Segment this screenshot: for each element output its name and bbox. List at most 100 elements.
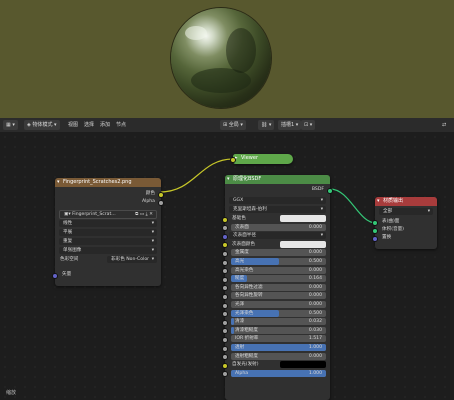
bsdf-input-value: 0.030 xyxy=(308,327,322,333)
socket-input-4[interactable] xyxy=(222,250,228,257)
socket-input-14[interactable] xyxy=(222,336,228,343)
socket-input-8[interactable] xyxy=(222,285,228,292)
socket-bsdf-out[interactable] xyxy=(327,187,333,194)
socket-viewer-in[interactable] xyxy=(230,157,236,163)
extension-select[interactable]: 重复 ▾ xyxy=(59,238,157,245)
image-node-header[interactable]: ▾ Fingerprint_Scratches2.png xyxy=(55,178,161,187)
socket-input-11[interactable] xyxy=(222,311,228,318)
output-color: 颜色 xyxy=(145,191,155,196)
bsdf-value-slider[interactable]: 清漆 0.032 xyxy=(231,318,326,326)
transform-orientation[interactable]: ⊞ 全局 ▾ xyxy=(220,120,246,130)
collapse-chevron-icon[interactable]: ▾ xyxy=(57,178,60,187)
dropdown-arrow-icon: ▾ xyxy=(427,209,430,214)
socket-displacement-in[interactable] xyxy=(372,235,378,242)
socket-input-1[interactable] xyxy=(222,225,228,232)
socket-input-15[interactable] xyxy=(222,345,228,352)
socket-input-7[interactable] xyxy=(222,276,228,283)
distribution-select[interactable]: GGX ▾ xyxy=(229,197,326,204)
bsdf-input-value: 0.000 xyxy=(308,302,322,307)
link-bsdf-to-output xyxy=(329,188,377,224)
socket-input-6[interactable] xyxy=(222,268,228,275)
source-select[interactable]: 单张图像 ▾ xyxy=(59,247,157,254)
bsdf-node-header[interactable]: ▾ 原理化BSDF xyxy=(225,175,330,184)
bsdf-value-slider[interactable]: 金属度 0.000 xyxy=(231,249,326,257)
interpolation-select[interactable]: 线性 ▾ xyxy=(59,220,157,227)
bsdf-value-slider[interactable]: 光泽 0.000 xyxy=(231,301,326,308)
bsdf-input-label: 透射粗糙度 xyxy=(235,353,258,359)
material-browse-icon[interactable]: ⊡ ▾ xyxy=(301,120,316,130)
bsdf-input-value: 0.000 xyxy=(308,250,322,256)
dropdown-arrow-icon: ▾ xyxy=(151,239,154,244)
input-vector: 矢量 xyxy=(62,272,72,277)
editor-type-button[interactable]: ▦ ▾ xyxy=(3,120,18,130)
bsdf-input-value: 0.500 xyxy=(308,310,322,316)
color-swatch[interactable] xyxy=(280,240,326,248)
output-node-header[interactable]: ▾ 材质输出 xyxy=(375,197,437,206)
viewer-node[interactable]: ▸ Viewer xyxy=(230,154,293,164)
bsdf-value-slider[interactable]: 各向异性过滤 0.000 xyxy=(231,283,326,291)
menu-add[interactable]: 添加 xyxy=(100,120,110,130)
socket-input-10[interactable] xyxy=(222,302,228,309)
link-image-to-viewer xyxy=(159,158,234,193)
color-swatch[interactable] xyxy=(280,361,326,369)
collapse-chevron-icon[interactable]: ▾ xyxy=(377,197,380,206)
node-editor-canvas[interactable]: ▾ Fingerprint_Scratches2.png 颜色 Alpha ▣▾… xyxy=(0,132,454,400)
socket-input-2[interactable] xyxy=(222,233,228,240)
socket-input-13[interactable] xyxy=(222,328,228,335)
bsdf-value-slider[interactable]: 透射粗糙度 0.000 xyxy=(231,352,326,360)
bsdf-value-slider[interactable]: 高光 0.500 xyxy=(231,258,326,265)
bsdf-value-slider[interactable]: 清漆粗糙度 0.030 xyxy=(231,326,326,334)
bsdf-input-value: 1.000 xyxy=(308,345,322,350)
dropdown-arrow-icon: ▾ xyxy=(151,221,154,226)
bsdf-value-slider[interactable]: 糙度 0.164 xyxy=(231,275,326,283)
mode-select[interactable]: ◈ 物体模式 ▾ xyxy=(24,120,60,130)
subsurface-method-select[interactable]: 克里斯坦森-伯利 ▾ xyxy=(229,206,326,213)
bsdf-input-value: 0.032 xyxy=(308,319,322,325)
subsurface-radius-field[interactable]: 次表面半径 ▾ xyxy=(229,232,326,240)
dropdown-arrow-icon: ▾ xyxy=(151,257,154,262)
bsdf-value-slider[interactable]: Alpha 1.000 xyxy=(231,369,326,377)
socket-input-12[interactable] xyxy=(222,319,228,326)
dropdown-arrow-icon: ▾ xyxy=(320,233,323,239)
bsdf-input-label: 次表面 xyxy=(235,224,249,230)
bsdf-input-label: 金属度 xyxy=(235,250,249,256)
viewer-node-header[interactable]: ▸ Viewer xyxy=(233,154,293,163)
material-preview-sphere xyxy=(171,8,271,108)
socket-volume-in[interactable] xyxy=(372,227,378,234)
link-icon[interactable]: ⛓ ▾ xyxy=(258,120,275,130)
image-datablock[interactable]: ▣▾ Fingerprint_Scrat... ⧉ ▭ ⤓ ✕ xyxy=(59,210,157,219)
bsdf-value-slider[interactable]: 高光染色 0.000 xyxy=(231,266,326,274)
menu-select[interactable]: 选择 xyxy=(84,120,94,130)
dropdown-arrow-icon: ▾ xyxy=(320,198,323,203)
bsdf-value-slider[interactable]: 透射 1.000 xyxy=(231,344,326,351)
socket-input-5[interactable] xyxy=(222,259,228,266)
color-swatch[interactable] xyxy=(280,215,326,222)
bsdf-input-label: 各向异性旋转 xyxy=(235,293,263,299)
socket-input-16[interactable] xyxy=(222,354,228,361)
bsdf-value-slider[interactable]: 光泽染色 0.500 xyxy=(231,309,326,317)
socket-color-out[interactable] xyxy=(158,191,164,198)
snap-icon[interactable]: ⇄ xyxy=(442,120,446,130)
socket-alpha-out[interactable] xyxy=(158,199,164,206)
menu-view[interactable]: 视图 xyxy=(68,120,78,130)
menu-node[interactable]: 节点 xyxy=(116,120,126,130)
image-actions-icons[interactable]: ⧉ ▭ ⤓ ✕ xyxy=(135,211,153,218)
bsdf-value-slider[interactable]: IOR 折射率 1.517 xyxy=(231,335,326,343)
node-editor-header: ▦ ▾ ◈ 物体模式 ▾ 视图 选择 添加 节点 ⊞ 全局 ▾ ⛓ ▾ 插槽1 … xyxy=(0,118,454,133)
render-target-select[interactable]: 全部 ▾ xyxy=(379,208,433,215)
3d-viewport[interactable] xyxy=(0,0,454,118)
bsdf-input-label: 次表面半径 xyxy=(233,233,256,239)
image-texture-node[interactable]: ▾ Fingerprint_Scratches2.png 颜色 Alpha ▣▾… xyxy=(52,178,164,286)
socket-vector-in[interactable] xyxy=(52,272,58,279)
socket-input-18[interactable] xyxy=(222,371,228,378)
principled-bsdf-node[interactable]: ▾ 原理化BSDF BSDF GGX ▾ 克里斯坦森-伯利 ▾ 基础色 次表面 0.00… xyxy=(222,175,333,400)
slot-select[interactable]: 插槽1 ▾ xyxy=(278,120,302,130)
collapse-chevron-icon[interactable]: ▾ xyxy=(227,175,230,184)
colorspace-select[interactable]: 非彩色 Non-Color ▾ xyxy=(107,256,157,263)
socket-surface-in[interactable] xyxy=(372,219,378,226)
socket-input-9[interactable] xyxy=(222,293,228,300)
bsdf-value-slider[interactable]: 次表面 0.000 xyxy=(231,223,326,231)
projection-select[interactable]: 平展 ▾ xyxy=(59,229,157,236)
bsdf-value-slider[interactable]: 各向异性旋转 0.000 xyxy=(231,292,326,300)
material-output-node[interactable]: ▾ 材质输出 全部 ▾ 表(曲)面 体积(音量) 置换 xyxy=(372,197,437,249)
